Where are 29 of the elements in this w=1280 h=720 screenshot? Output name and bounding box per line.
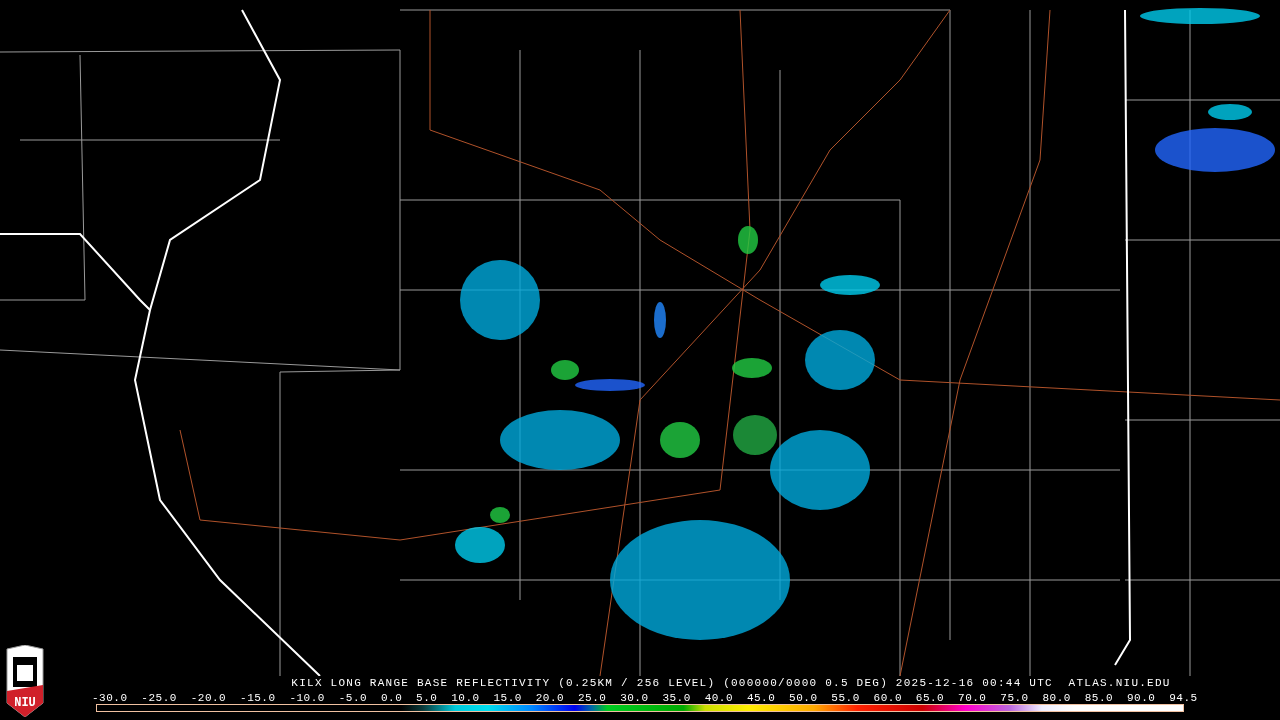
scale-label: 50.0	[789, 692, 818, 704]
scale-label: -25.0	[141, 692, 177, 704]
scale-label: 94.5	[1169, 692, 1198, 704]
scale-label: 85.0	[1084, 692, 1114, 704]
scale-label: 60.0	[873, 692, 902, 704]
scale-label: 65.0	[915, 692, 945, 704]
scale-label: 80.0	[1042, 692, 1071, 704]
scale-label: 30.0	[620, 692, 649, 704]
logo-text: NIU	[13, 697, 37, 709]
scale-label: 20.0	[535, 692, 565, 704]
scale-label: 55.0	[831, 692, 860, 704]
scale-label: 40.0	[704, 692, 734, 704]
scale-label: 10.0	[451, 692, 480, 704]
scale-label: 15.0	[493, 692, 522, 704]
scale-label: 0.0	[380, 692, 403, 704]
scale-label: -30.0	[92, 692, 128, 704]
scale-label: -20.0	[190, 692, 227, 704]
scale-label: 25.0	[577, 692, 607, 704]
shield-icon	[3, 645, 47, 717]
scale-label: 90.0	[1127, 692, 1156, 704]
scale-label: 35.0	[662, 692, 691, 704]
scale-label: -15.0	[240, 692, 276, 704]
scale-label: -5.0	[338, 692, 368, 704]
product-title: KILX LONG RANGE BASE REFLECTIVITY (0.25KM / 256 LEVEL) (000000/0000 0.5 DEG) 2025-12-16 00:44 UTC ATLAS.NIU.EDU	[291, 676, 1171, 690]
scale-label: 45.0	[746, 692, 776, 704]
scale-label: 5.0	[416, 692, 438, 704]
scale-label: 75.0	[1000, 692, 1029, 704]
scale-label: -10.0	[289, 692, 325, 704]
scale-label: 70.0	[958, 692, 987, 704]
